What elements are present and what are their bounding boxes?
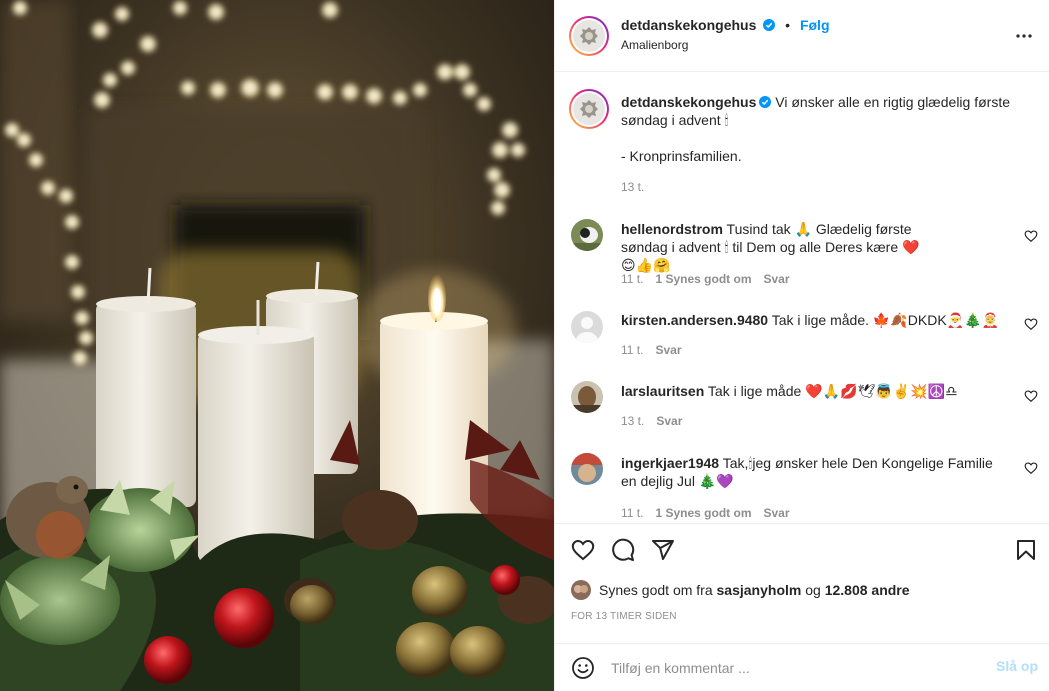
comment-time[interactable]: 11 t. (621, 506, 643, 520)
likes-and: og (805, 582, 821, 598)
commenter-avatar[interactable] (571, 311, 603, 343)
reply-button[interactable]: Svar (764, 272, 790, 286)
header-title-row: detdanskekongehus • Følg (621, 17, 830, 33)
caption-author-avatar[interactable] (569, 89, 609, 129)
bookmark-icon[interactable] (1014, 538, 1038, 562)
post-header: detdanskekongehus • Følg Amalienborg (555, 0, 1049, 72)
likes-prefix: Synes godt om fra (599, 582, 713, 598)
advent-wreath-image (0, 0, 554, 691)
comment-icon[interactable] (611, 538, 635, 562)
comment-meta: 11 t. 1 Synes godt om Svar (621, 506, 790, 520)
royal-crest-icon (580, 100, 598, 118)
more-options-button[interactable] (1012, 24, 1036, 48)
post-photo[interactable] (0, 0, 554, 691)
comment-meta: 11 t. Svar (621, 343, 682, 357)
post-comment-button[interactable]: Slå op (996, 658, 1038, 674)
commenter-avatar[interactable] (571, 219, 603, 251)
post-details-panel: detdanskekongehus • Følg Amalienborg det… (554, 0, 1049, 691)
caption-time[interactable]: 13 t. (621, 180, 644, 194)
reply-button[interactable]: Svar (656, 414, 682, 428)
comment-likes[interactable]: 1 Synes godt om (655, 272, 751, 286)
caption-meta: 13 t. (621, 180, 644, 194)
commenter-avatar[interactable] (571, 381, 603, 413)
comment-heart-icon[interactable] (1024, 229, 1038, 243)
author-username[interactable]: detdanskekongehus (621, 17, 756, 33)
comment-likes[interactable]: 1 Synes godt om (655, 506, 751, 520)
caption-username[interactable]: detdanskekongehus (621, 94, 756, 110)
verified-badge-icon (759, 96, 772, 108)
commenter-avatar[interactable] (571, 453, 603, 485)
add-comment-form: Slå op (555, 643, 1049, 691)
more-options-icon (1016, 34, 1032, 38)
avatar-photo (571, 453, 603, 485)
comment-username[interactable]: larslauritsen (621, 383, 704, 399)
comments-list[interactable]: detdanskekongehus Vi ønsker alle en rigt… (555, 73, 1049, 523)
author-avatar[interactable] (569, 16, 609, 56)
comment-time[interactable]: 13 t. (621, 414, 644, 428)
comment-text: Tak i lige måde ❤️🙏💋🕊👼✌️💥☮️♎ (707, 383, 958, 399)
royal-crest-icon (580, 27, 598, 45)
comment-heart-icon[interactable] (1024, 389, 1038, 403)
caption-body: detdanskekongehus Vi ønsker alle en rigt… (621, 93, 1021, 129)
follow-button[interactable]: Følg (800, 17, 830, 33)
reply-button[interactable]: Svar (764, 506, 790, 520)
instagram-post: detdanskekongehus • Følg Amalienborg det… (0, 0, 1049, 691)
post-timestamp[interactable]: FOR 13 TIMER SIDEN (571, 611, 677, 622)
avatar-photo (571, 580, 591, 600)
likes-others-link[interactable]: 12.808 andre (825, 582, 910, 598)
location-link[interactable]: Amalienborg (621, 38, 688, 52)
avatar-photo (571, 219, 603, 251)
caption-signature: - Kronprinsfamilien. (621, 148, 742, 164)
comment-body: hellenordstrom Tusind tak 🙏 Glædelig før… (621, 220, 921, 274)
comment-meta: 13 t. Svar (621, 414, 682, 428)
comment-username[interactable]: hellenordstrom (621, 221, 723, 237)
comment-username[interactable]: kirsten.andersen.9480 (621, 312, 768, 328)
comment-body: larslauritsen Tak i lige måde ❤️🙏💋🕊👼✌️💥☮… (621, 382, 1021, 400)
comment-time[interactable]: 11 t. (621, 272, 643, 286)
candle-back-left (96, 267, 196, 507)
comment-heart-icon[interactable] (1024, 317, 1038, 331)
comment-input[interactable] (611, 656, 971, 680)
reply-button[interactable]: Svar (655, 343, 681, 357)
comment-username[interactable]: ingerkjaer1948 (621, 455, 719, 471)
verified-badge-icon (763, 19, 776, 31)
emoji-icon[interactable] (571, 656, 595, 680)
comment-heart-icon[interactable] (1024, 461, 1038, 475)
post-actions: Synes godt om fra sasjanyholm og 12.808 … (555, 523, 1049, 643)
comment-meta: 11 t. 1 Synes godt om Svar (621, 272, 790, 286)
comment-body: ingerkjaer1948 Tak,🕯jeg ønsker hele Den … (621, 454, 1011, 490)
comment-body: kirsten.andersen.9480 Tak i lige måde. 🍁… (621, 311, 1021, 329)
comment-time[interactable]: 11 t. (621, 343, 643, 357)
liker-avatar[interactable] (571, 580, 591, 600)
heart-icon[interactable] (571, 538, 595, 562)
comment-text: Tak i lige måde. 🍁🍂DKDK🎅🎄🤶 (771, 312, 999, 328)
avatar-photo (571, 381, 603, 413)
header-separator: • (785, 17, 791, 33)
liker-username[interactable]: sasjanyholm (717, 582, 802, 598)
default-avatar-icon (571, 311, 603, 343)
share-icon[interactable] (651, 538, 675, 562)
likes-summary: Synes godt om fra sasjanyholm og 12.808 … (571, 580, 910, 600)
